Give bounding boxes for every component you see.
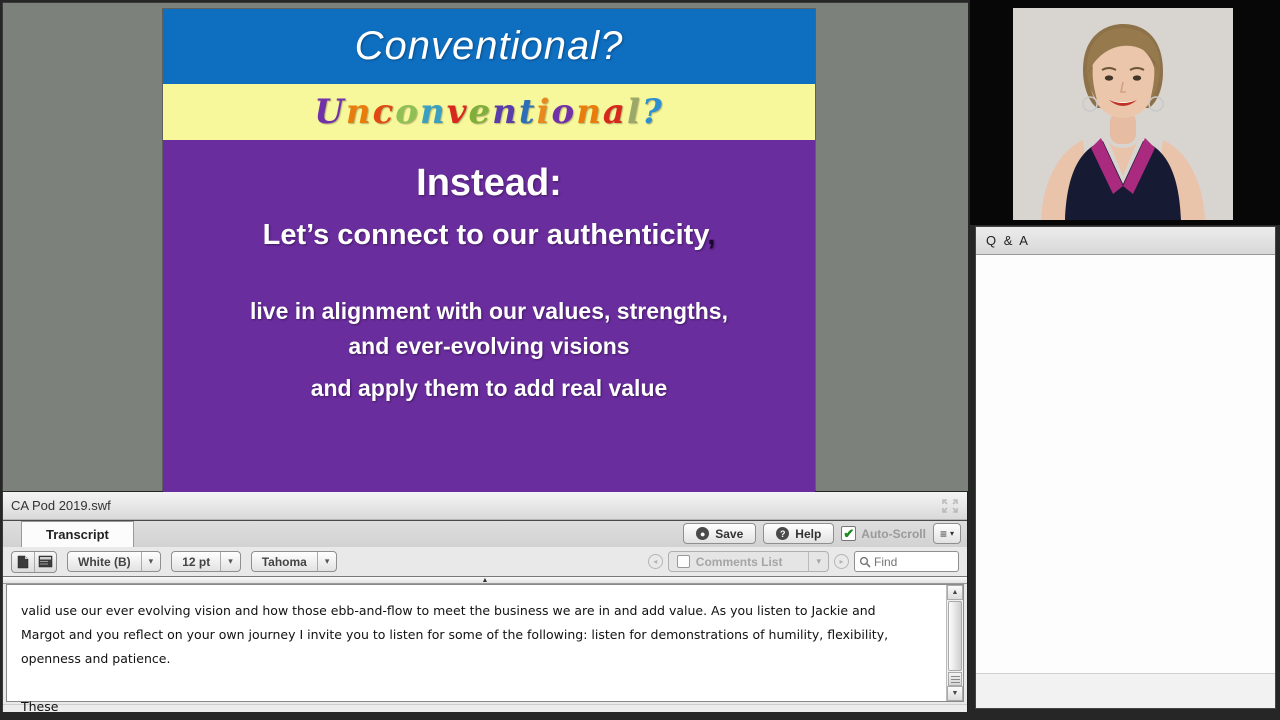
transcript-scrollbar[interactable]: ▲ ▼	[946, 585, 963, 701]
wordart-letter: n	[492, 92, 519, 132]
prev-comment-button[interactable]: ◂	[647, 554, 663, 569]
font-color-value: White (B)	[78, 554, 131, 569]
scrollbar-thumb[interactable]	[948, 601, 962, 671]
window-frame-bottom	[0, 712, 1280, 720]
presenter-webcam	[1013, 8, 1233, 220]
slide-body-line3: and apply them to add real value	[310, 375, 668, 401]
qa-header: Q & A	[976, 227, 1275, 255]
scrollbar-grip[interactable]	[948, 672, 962, 686]
autoscroll-checkbox[interactable]: ✔	[841, 526, 857, 541]
expand-icon[interactable]	[941, 498, 959, 514]
next-comment-button[interactable]: ▸	[834, 554, 849, 569]
slide-connect-comma: ,	[707, 219, 716, 251]
wordart-letter: v	[446, 92, 469, 132]
wordart-letter: o	[395, 92, 420, 132]
wordart-letter: ?	[641, 92, 664, 132]
wordart-letter: n	[576, 92, 603, 132]
transcript-paragraph: valid use our ever evolving vision and h…	[21, 603, 889, 666]
qa-body[interactable]	[976, 255, 1275, 673]
chevron-down-icon: ▾	[228, 556, 233, 566]
search-icon	[859, 556, 871, 568]
slide-body-line2: and ever-evolving visions	[348, 333, 630, 359]
wordart-letter: a	[602, 92, 627, 132]
wordart-letter: l	[626, 92, 642, 132]
scroll-down-button[interactable]: ▼	[947, 686, 963, 701]
qa-footer	[976, 673, 1275, 708]
tabrow-actions: ● Save ? Help ✔ Auto-Scroll ≡ ▾	[683, 523, 967, 547]
font-family-value: Tahoma	[261, 554, 307, 569]
slide: Conventional? Unconventional? Instead: L…	[163, 9, 815, 492]
font-family-dropdown[interactable]: Tahoma ▾	[250, 551, 338, 572]
find-box	[854, 551, 959, 572]
transcript-menu-button[interactable]: ≡ ▾	[932, 523, 961, 544]
slide-body-text: live in alignment with our values, stren…	[163, 294, 815, 406]
presentation-stage: Conventional? Unconventional? Instead: L…	[2, 2, 968, 492]
page-view-button[interactable]	[12, 552, 34, 572]
view-mode-group	[11, 550, 57, 573]
chevron-down-icon: ▾	[324, 556, 330, 566]
transcript-toolbar: White (B) ▾ 12 pt ▾ Tahoma ▾ ◂ Comments …	[3, 547, 967, 576]
wordart-letter: o	[551, 92, 577, 132]
collapse-up-icon: ▲	[481, 576, 489, 584]
slide-blue-band: Conventional?	[163, 9, 815, 84]
save-button-label: Save	[715, 526, 744, 541]
comments-list-control[interactable]: Comments List ▾	[667, 551, 829, 572]
chevron-down-icon: ▾	[949, 529, 954, 538]
chevron-down-icon: ▾	[816, 556, 821, 566]
wordart-letter: c	[372, 92, 396, 132]
slide-body-line1: live in alignment with our values, stren…	[250, 298, 728, 324]
slide-instead-heading: Instead:	[416, 162, 562, 204]
wordart-letter: t	[518, 92, 537, 132]
transcript-splitter[interactable]: ▲	[3, 576, 967, 584]
transcript-tabrow: Transcript ● Save ? Help ✔ Auto-Scroll ≡…	[3, 520, 967, 547]
wordart-letter: n	[345, 92, 373, 132]
font-color-dropdown[interactable]: White (B) ▾	[67, 551, 162, 572]
wordart-letter: i	[536, 92, 552, 132]
qa-title: Q & A	[986, 233, 1030, 248]
slide-title-unconventional: Unconventional?	[314, 92, 664, 132]
hamburger-icon: ≡	[939, 526, 947, 541]
webinar-window: Conventional? Unconventional? Instead: L…	[0, 0, 1280, 720]
comments-find-controls: ◂ Comments List ▾ ▸	[647, 551, 959, 572]
scroll-up-button[interactable]: ▲	[947, 585, 963, 600]
transcript-text-area[interactable]: valid use our ever evolving vision and h…	[6, 584, 964, 714]
transcript-text: valid use our ever evolving vision and h…	[7, 585, 932, 719]
font-size-dropdown[interactable]: 12 pt ▾	[171, 551, 241, 572]
qa-panel: Q & A	[975, 226, 1276, 709]
page-icon	[17, 555, 29, 568]
help-button[interactable]: ? Help	[763, 523, 835, 544]
slide-title-conventional: Conventional?	[354, 24, 624, 68]
slide-connect-line: Let’s connect to our authenticity,	[262, 219, 716, 251]
comments-checkbox[interactable]	[676, 555, 690, 568]
panel-view-button[interactable]	[34, 551, 56, 572]
slide-purple-band: Instead: Let’s connect to our authentici…	[163, 140, 815, 492]
save-icon: ●	[696, 527, 710, 540]
help-icon: ?	[776, 527, 790, 540]
comments-list-label: Comments List	[695, 554, 783, 569]
wordart-letter: e	[468, 92, 493, 132]
webcam-panel	[970, 0, 1280, 225]
wordart-letter: n	[419, 92, 447, 132]
transcript-titlebar: CA Pod 2019.swf	[3, 492, 967, 520]
font-size-value: 12 pt	[182, 554, 211, 569]
chevron-down-icon: ▾	[148, 556, 154, 566]
wordart-letter: U	[314, 92, 346, 132]
transcript-panel: CA Pod 2019.swf Transcript ● Save ? Help…	[2, 492, 968, 714]
slide-yellow-band: Unconventional?	[163, 84, 815, 140]
presenter-webcam-image	[1013, 8, 1233, 220]
help-button-label: Help	[795, 526, 822, 541]
autoscroll-label: Auto-Scroll	[861, 526, 926, 541]
window-title: CA Pod 2019.swf	[11, 498, 111, 513]
panel-icon	[38, 555, 53, 568]
tab-transcript[interactable]: Transcript	[21, 521, 134, 547]
find-input[interactable]	[874, 554, 944, 569]
save-button[interactable]: ● Save	[683, 523, 757, 544]
autoscroll-control: ✔ Auto-Scroll	[841, 526, 926, 541]
